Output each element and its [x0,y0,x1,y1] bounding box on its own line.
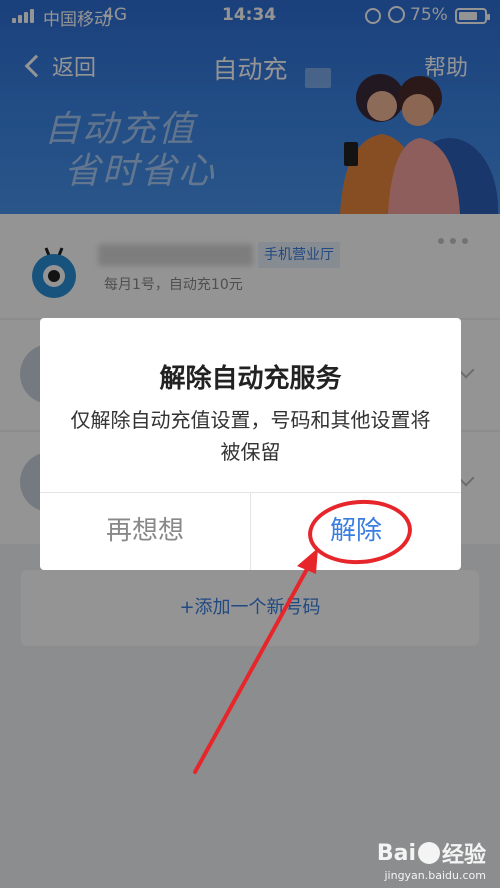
watermark-url: jingyan.baidu.com [384,869,486,882]
watermark: Bai 经验 jingyan.baidu.com [376,837,486,883]
watermark-brand: Bai [376,840,416,866]
paw-icon [417,842,440,864]
dialog-message: 仅解除自动充值设置，号码和其他设置将被保留 [70,408,431,464]
confirm-dialog: 解除自动充服务 仅解除自动充值设置，号码和其他设置将被保留 再想想 解除 [40,318,461,570]
watermark-suffix: 经验 [441,843,486,868]
cancel-button[interactable]: 再想想 [40,493,250,570]
dialog-title: 解除自动充服务 [159,364,342,394]
